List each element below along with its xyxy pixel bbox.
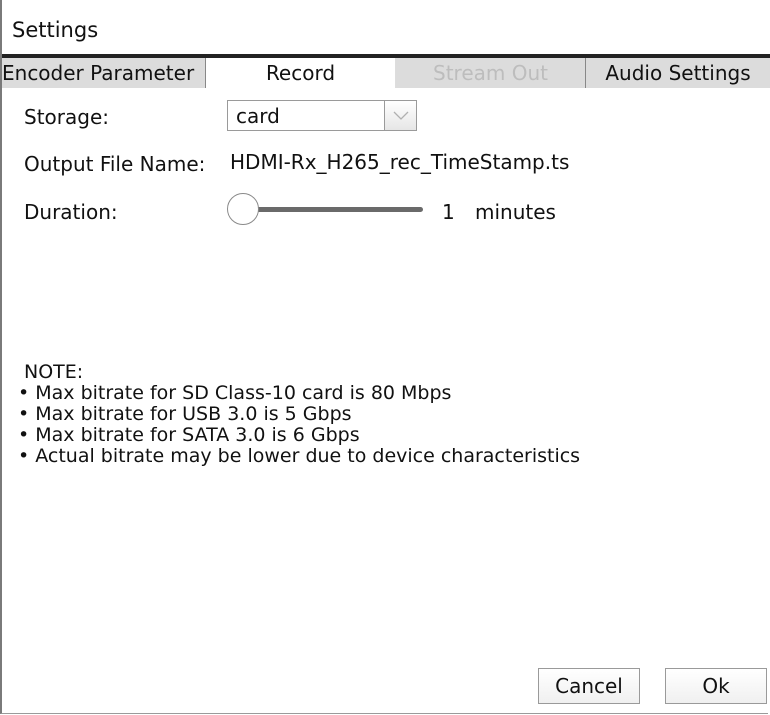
tab-record[interactable]: Record [206, 58, 396, 88]
duration-slider-track[interactable] [237, 207, 423, 212]
tab-encoder-parameter[interactable]: Encoder Parameter [2, 58, 206, 88]
note-item: • Actual bitrate may be lower due to dev… [18, 445, 581, 467]
duration-value: 1 [442, 200, 455, 224]
note-block: NOTE: • Max bitrate for SD Class-10 card… [18, 361, 580, 467]
dialog-title: Settings [12, 18, 99, 42]
note-heading: NOTE: [24, 361, 84, 383]
storage-select[interactable]: card [227, 100, 417, 131]
duration-slider[interactable] [227, 193, 425, 227]
note-item: • Max bitrate for USB 3.0 is 5 Gbps [18, 403, 352, 425]
duration-slider-thumb[interactable] [227, 193, 259, 225]
chevron-down-icon[interactable] [384, 101, 416, 130]
tab-stream-out: Stream Out [396, 58, 586, 88]
title-bar: Settings [2, 0, 770, 54]
ok-button[interactable]: Ok [665, 668, 767, 704]
tab-label: Audio Settings [605, 61, 751, 85]
tab-audio-settings[interactable]: Audio Settings [586, 58, 770, 88]
output-file-label: Output File Name: [24, 152, 206, 176]
tab-label: Encoder Parameter [2, 61, 195, 85]
note-item: • Max bitrate for SD Class-10 card is 80… [18, 382, 452, 404]
note-item: • Max bitrate for SATA 3.0 is 6 Gbps [18, 424, 360, 446]
tab-label: Record [265, 61, 336, 85]
storage-select-value: card [236, 103, 280, 128]
cancel-button[interactable]: Cancel [538, 668, 640, 704]
duration-unit: minutes [475, 200, 556, 224]
duration-label: Duration: [24, 200, 118, 224]
storage-label: Storage: [24, 105, 109, 129]
settings-dialog: Settings Encoder Parameter Record Stream… [0, 0, 770, 714]
tab-label: Stream Out [433, 61, 548, 85]
output-file-value: HDMI-Rx_H265_rec_TimeStamp.ts [230, 150, 570, 174]
tab-bar: Encoder Parameter Record Stream Out Audi… [2, 58, 770, 88]
